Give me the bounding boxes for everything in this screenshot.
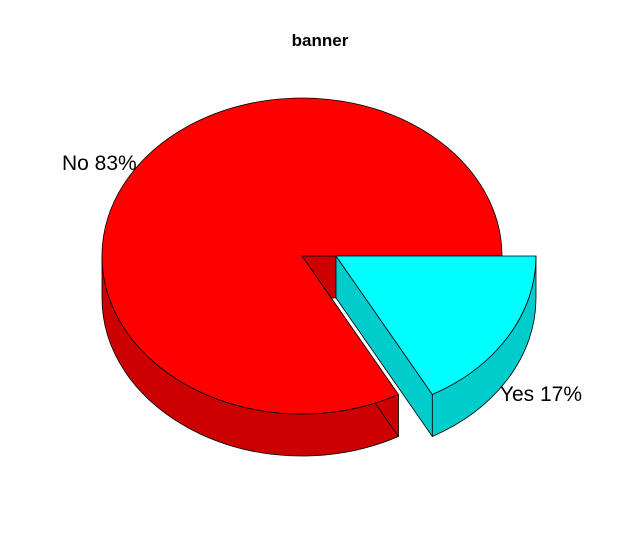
pie-chart: banner No 83% Yes 17% (0, 0, 640, 553)
slice-label-no: No 83% (62, 152, 137, 175)
slice-label-yes: Yes 17% (500, 383, 582, 406)
chart-title: banner (292, 31, 349, 50)
